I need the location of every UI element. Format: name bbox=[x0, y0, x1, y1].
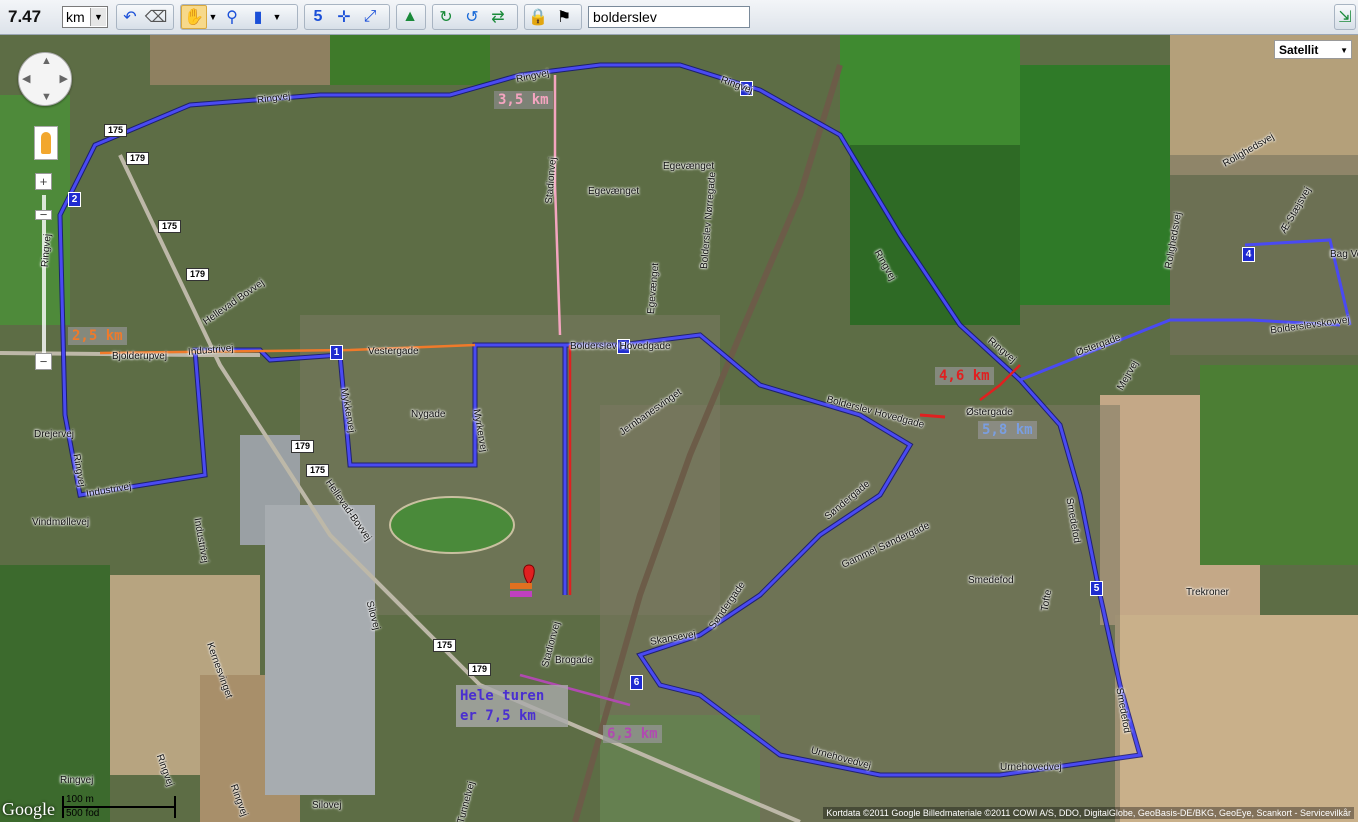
distance-label-5-8km: 5,8 km bbox=[978, 421, 1037, 439]
route-group: ↻ ↺ ⇄ bbox=[432, 4, 518, 30]
road-label: Vestergade bbox=[368, 346, 419, 357]
road-label: Østergade bbox=[966, 407, 1013, 418]
distance-label-2-5km: 2,5 km bbox=[68, 327, 127, 345]
marker-icon[interactable]: ▮ bbox=[245, 5, 271, 29]
view-group: 5 ✛ ⤢ bbox=[304, 4, 390, 30]
chevron-down-icon[interactable]: ▼ bbox=[90, 8, 106, 26]
route-shield: 179 bbox=[468, 663, 492, 676]
road-label: Vindmøllevej bbox=[32, 517, 90, 528]
pan-left-icon[interactable]: ◀ bbox=[22, 72, 30, 85]
road-label: Brogade bbox=[555, 655, 593, 666]
road-label: Ringvej bbox=[60, 775, 94, 786]
route-marker-4[interactable]: 4 bbox=[1242, 247, 1255, 262]
road-label: Silovej bbox=[312, 800, 342, 811]
road-label: Urnehovedvej bbox=[1000, 762, 1062, 773]
distance-label-3-5km: 3,5 km bbox=[494, 91, 553, 109]
finish-flag-icon[interactable]: ⚑ bbox=[551, 5, 577, 29]
route-shield: 179 bbox=[126, 152, 150, 165]
road-label: Bolderslev Hovedgade bbox=[570, 341, 671, 352]
distance-label-6-3km: 6,3 km bbox=[603, 725, 662, 743]
zoom-slider-handle[interactable]: − bbox=[35, 208, 52, 221]
maptype-label: Satellit bbox=[1279, 43, 1319, 57]
road-label: Bjolderupvej bbox=[112, 351, 168, 362]
zoom-out-button[interactable]: − bbox=[35, 353, 52, 370]
route-shield: 179 bbox=[186, 268, 210, 281]
hand-icon[interactable]: ✋ bbox=[181, 5, 207, 29]
total-distance-label: Hele turen er 7,5 km bbox=[456, 685, 568, 727]
scale-ft: 500 fod bbox=[66, 808, 100, 819]
google-logo: Google bbox=[2, 799, 55, 819]
pan-control[interactable]: ▲ ▼ ◀ ▶ bbox=[18, 52, 72, 106]
reverse-icon[interactable]: ⇄ bbox=[485, 5, 511, 29]
dropdown-icon[interactable]: ▼ bbox=[271, 5, 283, 29]
route-marker-5[interactable]: 5 bbox=[1090, 581, 1103, 596]
route-marker-6[interactable]: 6 bbox=[630, 675, 643, 690]
route-shield: 175 bbox=[306, 464, 330, 477]
road-label: Trekroner bbox=[1186, 587, 1229, 598]
chevron-down-icon: ▼ bbox=[1340, 46, 1348, 55]
road-label: Egevænget bbox=[588, 186, 640, 197]
elevation-icon[interactable]: ▲ bbox=[397, 5, 423, 29]
route-shield: 179 bbox=[291, 440, 315, 453]
satellite-imagery bbox=[0, 35, 1358, 822]
road-label: Egevænget bbox=[663, 161, 715, 172]
return-route-icon[interactable]: ↺ bbox=[459, 5, 485, 29]
export-group: ⇲ bbox=[1334, 4, 1356, 30]
crosshair-icon[interactable]: ✛ bbox=[331, 5, 357, 29]
route-shield: 175 bbox=[433, 639, 457, 652]
edit-group: ↶ ⌫ bbox=[116, 4, 174, 30]
streetview-pegman-icon[interactable] bbox=[34, 126, 58, 160]
route-distance: 7.47 bbox=[8, 7, 42, 26]
route-marker-1[interactable]: 1 bbox=[330, 345, 343, 360]
pan-up-icon[interactable]: ▲ bbox=[41, 55, 52, 67]
route-shield: 175 bbox=[158, 220, 182, 233]
route-shield: 175 bbox=[104, 124, 128, 137]
mode-group: ✋ ▼ ⚲ ▮ ▼ bbox=[180, 4, 298, 30]
export-icon[interactable]: ⇲ bbox=[1335, 5, 1355, 29]
loop-icon[interactable]: ↻ bbox=[433, 5, 459, 29]
unit-value: km bbox=[66, 9, 85, 25]
distance-label-4-6km: 4,6 km bbox=[935, 367, 994, 385]
eraser-icon[interactable]: ⌫ bbox=[143, 5, 169, 29]
fullscreen-icon[interactable]: ⤢ bbox=[357, 5, 383, 29]
zoom-in-button[interactable]: + bbox=[35, 173, 52, 190]
toolbar: 7.47 km ▼ ↶ ⌫ ✋ ▼ ⚲ ▮ ▼ 5 ✛ ⤢ ▲ ↻ ↺ ⇄ 🔒 ⚑… bbox=[0, 0, 1358, 35]
elevation-group: ▲ bbox=[396, 4, 426, 30]
road-label: Nygade bbox=[411, 409, 446, 420]
scale-bar: 100 m 500 fod bbox=[62, 794, 176, 819]
map-copyright[interactable]: Kortdata ©2011 Google Billedmateriale ©2… bbox=[823, 807, 1354, 819]
search-input[interactable]: bolderslev bbox=[588, 6, 750, 28]
dropdown-icon[interactable]: ▼ bbox=[207, 5, 219, 29]
route-marker-2[interactable]: 2 bbox=[68, 192, 81, 207]
road-label: Drejervej bbox=[34, 429, 75, 440]
cyclist-icon[interactable]: ⚲ bbox=[219, 5, 245, 29]
unit-select[interactable]: km ▼ bbox=[62, 6, 108, 28]
lock-icon[interactable]: 🔒 bbox=[525, 5, 551, 29]
numbered-markers-icon[interactable]: 5 bbox=[305, 5, 331, 29]
maptype-select[interactable]: Satellit ▼ bbox=[1274, 40, 1352, 59]
road-label: Smedefod bbox=[968, 575, 1014, 586]
pan-down-icon[interactable]: ▼ bbox=[41, 91, 52, 103]
lock-group: 🔒 ⚑ bbox=[524, 4, 582, 30]
scale-m: 100 m bbox=[66, 794, 94, 805]
pan-right-icon[interactable]: ▶ bbox=[60, 72, 68, 85]
map-canvas[interactable]: Satellit ▼ ▲ ▼ ◀ ▶ + − − 3,5 km 2,5 km 4,… bbox=[0, 35, 1358, 822]
road-label: Bag Vol bbox=[1330, 249, 1358, 260]
undo-icon[interactable]: ↶ bbox=[117, 5, 143, 29]
